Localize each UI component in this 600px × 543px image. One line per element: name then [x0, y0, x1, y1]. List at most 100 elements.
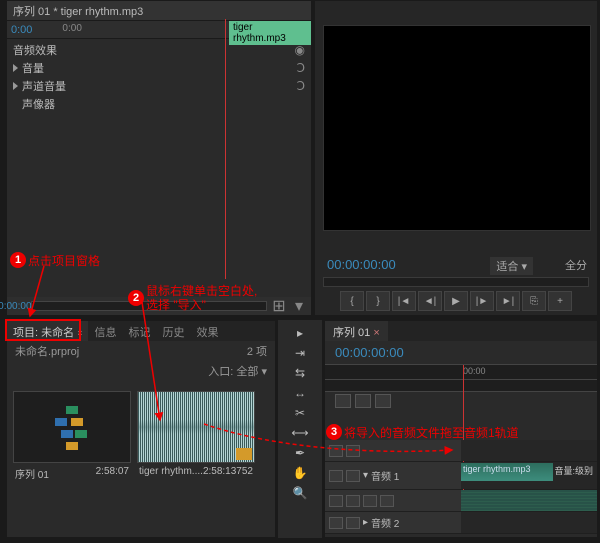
more-controls-button[interactable]: +: [548, 291, 572, 311]
timecode-small[interactable]: 00:00:00:00: [12, 299, 26, 313]
prev-keyframe[interactable]: [363, 495, 377, 507]
settings-button[interactable]: [375, 394, 391, 408]
pen-tool[interactable]: ✒: [290, 444, 310, 462]
expand-icon[interactable]: ▸: [363, 517, 368, 528]
audio-track-1-expanded[interactable]: [325, 490, 597, 512]
next-keyframe[interactable]: [380, 495, 394, 507]
waveform-lane[interactable]: [461, 490, 597, 511]
clip-name: tiger rhythm.mp3: [463, 464, 531, 474]
razor-tool[interactable]: ✂: [290, 404, 310, 422]
item-duration: 2:58:07: [96, 466, 129, 481]
item-duration: 2:58:13752: [203, 466, 253, 477]
export-frame-button[interactable]: ⎘: [522, 291, 546, 311]
effect-item-panner[interactable]: 声像器: [7, 95, 311, 113]
solo-toggle[interactable]: [346, 517, 360, 529]
track-toggle[interactable]: [329, 495, 343, 507]
monitor-time-scrubber[interactable]: [323, 277, 589, 287]
ripple-edit-tool[interactable]: ⇆: [290, 364, 310, 382]
expand-icon[interactable]: [13, 64, 18, 72]
effect-clip-label[interactable]: tiger rhythm.mp3: [229, 21, 311, 45]
play-button[interactable]: ▶: [444, 291, 468, 311]
entry-dropdown[interactable]: 全部 ▾: [236, 366, 267, 378]
go-to-out-button[interactable]: ►|: [496, 291, 520, 311]
project-panel[interactable]: 项目: 未命名 × 信息 标记 历史 效果 未命名.prproj 2 项 入口:…: [6, 320, 276, 538]
tool-palette: ▸ ⇥ ⇆ ↔ ✂ ⟷ ✒ ✋ 🔍: [278, 320, 322, 538]
item-name: tiger rhythm....: [139, 466, 203, 477]
selection-tool[interactable]: ▸: [290, 324, 310, 342]
monitor-transport-controls: { } |◄ ◄| ▶ |► ►| ⎘ +: [315, 291, 597, 311]
tab-history[interactable]: 历史: [156, 321, 190, 341]
effect-item-channel-volume[interactable]: 声道音量 Ↄ: [7, 77, 311, 95]
timeline-tab-sequence[interactable]: 序列 01 ×: [325, 321, 388, 341]
track-header[interactable]: [325, 440, 461, 461]
snap-toggle[interactable]: [335, 394, 351, 408]
timeline-work-area[interactable]: [325, 380, 597, 392]
track-header-controls[interactable]: [325, 490, 461, 511]
solo-toggle[interactable]: [346, 470, 360, 482]
hand-tool[interactable]: ✋: [290, 464, 310, 482]
keyframe-icon[interactable]: Ↄ: [297, 61, 305, 75]
effect-label: 声道音量: [22, 78, 66, 94]
mute-toggle[interactable]: [329, 470, 343, 482]
timeline-ruler[interactable]: 00:00: [325, 364, 597, 380]
monitor-viewport[interactable]: [323, 25, 591, 231]
project-tab-bar: 项目: 未命名 × 信息 标记 历史 效果: [7, 321, 275, 341]
monitor-zoom-dropdown[interactable]: 适合 ▾: [490, 257, 533, 275]
expand-icon[interactable]: ▾: [363, 470, 368, 481]
project-item-sequence[interactable]: 序列 01 2:58:07: [13, 391, 131, 484]
track-toggle[interactable]: [329, 445, 343, 457]
video-track-1[interactable]: [325, 440, 597, 462]
zoom-tool[interactable]: 🔍: [290, 484, 310, 502]
audio-badge-icon: [236, 448, 252, 460]
step-back-button[interactable]: ◄|: [418, 291, 442, 311]
project-filename: 未命名.prproj: [15, 343, 79, 359]
rate-stretch-tool[interactable]: ↔: [290, 384, 310, 402]
expand-icon[interactable]: [13, 82, 18, 90]
annotation-text-2b: 选择 "导入": [146, 296, 206, 313]
track-lane[interactable]: [461, 440, 597, 461]
annotation-text-1: 点击项目窗格: [28, 252, 100, 269]
track-header[interactable]: ▸ 音频 2: [325, 512, 461, 533]
tab-project[interactable]: 项目: 未命名 ×: [7, 321, 88, 341]
effect-playhead-timecode[interactable]: 0:00: [7, 24, 32, 36]
timeline-tool-icons: [325, 392, 597, 410]
mark-out-button[interactable]: }: [366, 291, 390, 311]
go-to-in-button[interactable]: |◄: [392, 291, 416, 311]
keyframe-icon[interactable]: ◉: [295, 43, 305, 57]
item-name: 序列 01: [15, 466, 49, 481]
effect-controls-header: 序列 01 * tiger rhythm.mp3: [7, 1, 311, 21]
keyframe-icon[interactable]: Ↄ: [297, 79, 305, 93]
track-lane[interactable]: [461, 512, 597, 533]
track-lock[interactable]: [346, 445, 360, 457]
mute-toggle[interactable]: [329, 517, 343, 529]
track-header[interactable]: ▾ 音频 1: [325, 462, 461, 489]
project-item-count: 2 项: [247, 343, 267, 359]
annotation-badge-3: 3: [326, 424, 342, 440]
marker-button[interactable]: [355, 394, 371, 408]
track-lane[interactable]: tiger rhythm.mp3 音量:级别: [461, 462, 597, 489]
mark-in-button[interactable]: {: [340, 291, 364, 311]
monitor-resolution-dropdown[interactable]: 全分: [565, 257, 587, 273]
timeline-timecode[interactable]: 00:00:00:00: [325, 341, 597, 364]
section-label: 音频效果: [13, 42, 57, 58]
project-thumbnails: 序列 01 2:58:07 tiger rhythm.... 2:58:1375…: [7, 381, 275, 494]
slip-tool[interactable]: ⟷: [290, 424, 310, 442]
zoom-icon[interactable]: ⊞: [272, 299, 286, 313]
project-item-audio[interactable]: tiger rhythm.... 2:58:13752: [137, 391, 255, 484]
audio-track-1[interactable]: ▾ 音频 1 tiger rhythm.mp3 音量:级别: [325, 462, 597, 490]
step-forward-button[interactable]: |►: [470, 291, 494, 311]
close-icon[interactable]: ×: [373, 327, 379, 339]
audio-track-2[interactable]: ▸ 音频 2: [325, 512, 597, 534]
sequence-icon: [49, 404, 95, 450]
tab-effects[interactable]: 效果: [190, 321, 224, 341]
audio-clip[interactable]: tiger rhythm.mp3: [461, 463, 553, 481]
keyframe-toggle[interactable]: [346, 495, 360, 507]
track-select-tool[interactable]: ⇥: [290, 344, 310, 362]
project-entry-row: 入口: 全部 ▾: [7, 361, 275, 381]
close-icon[interactable]: ×: [77, 328, 82, 338]
effect-item-volume[interactable]: 音量 Ↄ: [7, 59, 311, 77]
panel-menu-icon[interactable]: ▾: [292, 299, 306, 313]
tab-markers[interactable]: 标记: [122, 321, 156, 341]
tab-info[interactable]: 信息: [88, 321, 122, 341]
monitor-timecode[interactable]: 00:00:00:00: [327, 257, 396, 272]
